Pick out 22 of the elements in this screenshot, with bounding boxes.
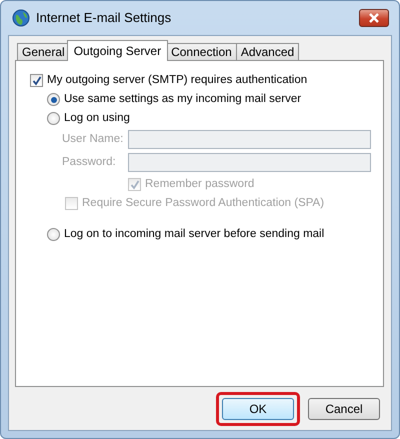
checkbox-label: My outgoing server (SMTP) requires authentication — [47, 72, 308, 88]
checkbox-label: Remember password — [145, 176, 254, 192]
field-label: User Name: — [62, 132, 124, 147]
dialog-button[interactable]: Cancel — [308, 398, 380, 420]
close-icon — [368, 13, 380, 23]
radio-label: Log on using — [64, 110, 130, 126]
radio-button[interactable] — [47, 228, 60, 241]
radio-button[interactable] — [47, 112, 60, 125]
checkbox-label: Require Secure Password Authentication (SPA) — [82, 196, 324, 211]
tab[interactable]: Connection — [166, 43, 237, 60]
globe-icon — [12, 9, 30, 27]
tab[interactable]: Outgoing Server — [66, 40, 168, 61]
checkbox[interactable] — [30, 74, 43, 87]
tab[interactable]: General — [17, 43, 70, 60]
dialog-button[interactable]: OK — [222, 398, 294, 420]
radio-label: Use same settings as my incoming mail server — [64, 92, 302, 107]
close-button[interactable] — [359, 9, 389, 27]
radio-label: Log on to incoming mail server before sending mail — [64, 226, 324, 242]
window-title: Internet E-mail Settings — [36, 9, 172, 28]
field-label: Password: — [62, 154, 117, 170]
radio-button[interactable] — [47, 93, 60, 106]
tab[interactable]: Advanced — [236, 43, 300, 60]
